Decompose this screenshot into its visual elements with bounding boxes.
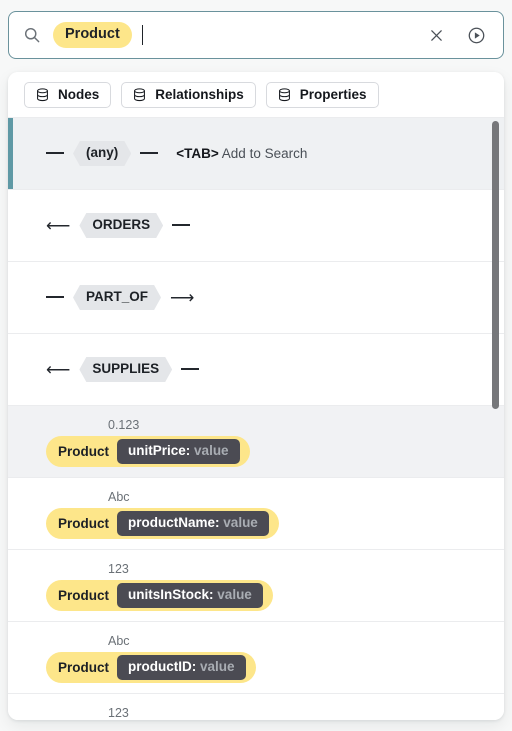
chip-line: ⟵ SUPPLIES	[46, 357, 200, 382]
property-type-hint: 123	[108, 562, 129, 576]
property-content: 123 Product unitsInStock: value	[46, 550, 273, 612]
property-content: Abc Product productName: value	[46, 478, 279, 540]
property-owner-label: Product	[58, 444, 110, 460]
property-value-chip: unitsInStock: value	[117, 583, 263, 609]
property-value: value	[223, 515, 258, 530]
list-item-relationship-orders[interactable]: ⟵ ORDERS	[8, 189, 504, 261]
property-content: 123 Product	[46, 694, 149, 720]
filter-nodes-label: Nodes	[58, 87, 100, 102]
property-key: unitPrice:	[128, 443, 191, 458]
list-item-property-unitsinstock[interactable]: 123 Product unitsInStock: value	[8, 549, 504, 621]
property-key: unitsInStock:	[128, 587, 214, 602]
property-content: Abc Product productID: value	[46, 622, 256, 684]
property-pill: Product productName: value	[46, 508, 279, 540]
arrow-left-icon: ⟵	[46, 359, 71, 379]
property-key: productName:	[128, 515, 220, 530]
vertical-scrollbar[interactable]	[491, 117, 500, 716]
property-owner-label: Product	[58, 660, 110, 676]
filter-relationships-label: Relationships	[155, 87, 244, 102]
property-type-hint: 123	[108, 706, 129, 720]
list-item-relationship-supplies[interactable]: ⟵ SUPPLIES	[8, 333, 504, 405]
search-actions	[425, 24, 491, 46]
close-icon[interactable]	[425, 24, 447, 46]
property-type-hint: 0.123	[108, 418, 140, 432]
property-value: value	[217, 587, 252, 602]
relationship-chip: PART_OF	[73, 285, 161, 310]
filter-bar: Nodes Relationships Properties	[8, 72, 504, 117]
property-key: productID:	[128, 659, 197, 674]
list-item-relationship-part-of[interactable]: PART_OF ⟶	[8, 261, 504, 333]
filter-properties-label: Properties	[299, 87, 367, 102]
list-item-any-node[interactable]: (any) <TAB> Add to Search	[8, 117, 504, 189]
property-value-chip: unitPrice: value	[117, 439, 240, 465]
property-pill: Product productID: value	[46, 652, 256, 684]
list-item-property-unitprice[interactable]: 0.123 Product unitPrice: value	[8, 405, 504, 477]
results-list: (any) <TAB> Add to Search ⟵ ORDERS PART_…	[8, 117, 504, 720]
search-icon	[23, 26, 41, 44]
search-token-product[interactable]: Product	[53, 22, 132, 48]
property-value-chip: productID: value	[117, 655, 246, 681]
list-item-property-productid[interactable]: Abc Product productID: value	[8, 621, 504, 693]
filter-nodes-button[interactable]: Nodes	[24, 81, 112, 108]
connector-dash-icon	[172, 224, 191, 227]
connector-dash-icon	[140, 152, 159, 155]
play-circle-icon[interactable]	[465, 24, 487, 46]
property-owner-label: Product	[58, 516, 110, 532]
property-type-hint: Abc	[108, 490, 130, 504]
property-owner-label: Product	[58, 588, 110, 604]
property-value-chip: productName: value	[117, 511, 269, 537]
database-icon	[278, 87, 291, 102]
filter-properties-button[interactable]: Properties	[265, 81, 379, 108]
property-content: 0.123 Product unitPrice: value	[46, 406, 250, 468]
search-input[interactable]: Product	[41, 12, 425, 58]
property-type-hint: Abc	[108, 634, 130, 648]
chip-line: (any)	[46, 141, 159, 166]
results-panel: Nodes Relationships Properties (any) <TA…	[8, 72, 504, 720]
scrollbar-thumb[interactable]	[492, 121, 499, 409]
text-caret	[141, 25, 144, 45]
arrow-left-icon: ⟵	[46, 215, 71, 235]
property-value: value	[200, 659, 235, 674]
list-item-property-partial[interactable]: 123 Product	[8, 693, 504, 720]
relationship-chip: ORDERS	[79, 213, 163, 238]
tab-key-label: <TAB>	[176, 146, 219, 161]
chip-line: ⟵ ORDERS	[46, 213, 191, 238]
connector-dash-icon	[46, 296, 64, 299]
connector-dash-icon	[46, 152, 64, 155]
add-to-search-label: Add to Search	[221, 146, 308, 161]
search-bar[interactable]: Product	[8, 11, 504, 59]
property-value: value	[194, 443, 229, 458]
chip-line: PART_OF ⟶	[46, 285, 194, 310]
add-to-search-hint: <TAB> Add to Search	[176, 146, 307, 161]
property-pill: Product unitPrice: value	[46, 436, 250, 468]
list-item-property-productname[interactable]: Abc Product productName: value	[8, 477, 504, 549]
arrow-right-icon: ⟶	[170, 287, 195, 307]
property-pill: Product unitsInStock: value	[46, 580, 273, 612]
node-chip: (any)	[73, 141, 131, 166]
relationship-chip: SUPPLIES	[79, 357, 172, 382]
filter-relationships-button[interactable]: Relationships	[121, 81, 256, 108]
database-icon	[36, 87, 49, 102]
connector-dash-icon	[181, 368, 200, 371]
database-icon	[133, 87, 146, 102]
